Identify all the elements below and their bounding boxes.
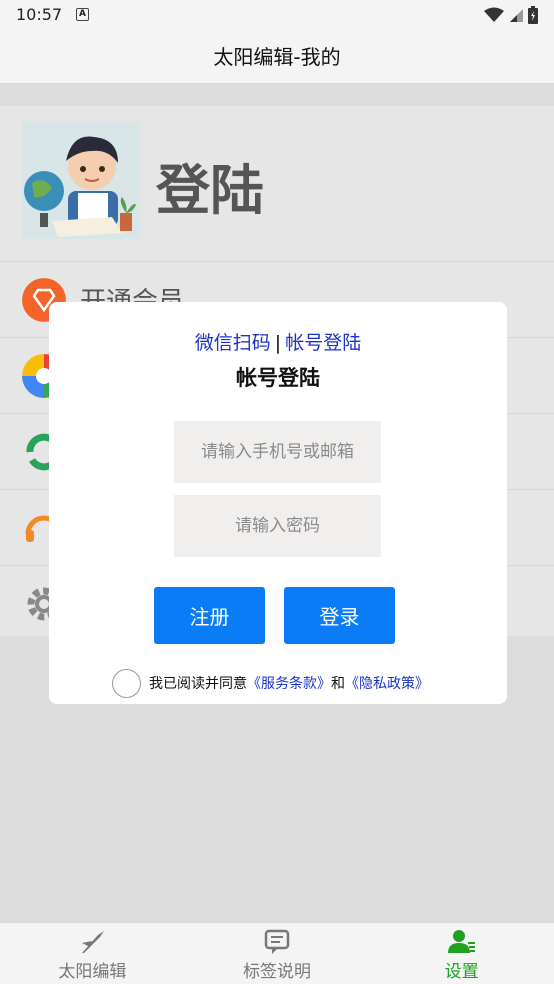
phone-email-input[interactable] — [174, 421, 381, 483]
nav-item-tag-help[interactable]: 标签说明 — [185, 923, 370, 984]
and-text: 和 — [331, 676, 345, 692]
login-dialog: 微信扫码|帐号登陆 帐号登陆 注册 登录 我已阅读并同意《服务条款》和《隐私政策… — [49, 302, 507, 704]
agreement-row: 我已阅读并同意 《服务条款》和《隐私政策》 — [112, 668, 429, 698]
terms-link[interactable]: 《服务条款》 — [247, 673, 331, 693]
agree-text: 我已阅读并同意 — [149, 676, 247, 692]
tab-wechat-scan[interactable]: 微信扫码 — [195, 332, 271, 354]
privacy-link[interactable]: 《隐私政策》 — [345, 673, 429, 693]
agree-checkbox[interactable] — [112, 668, 141, 698]
pen-nib-icon — [82, 931, 105, 953]
message-icon — [264, 929, 290, 954]
tab-separator: | — [274, 332, 282, 354]
login-method-tabs: 微信扫码 | 帐号登陆 — [49, 328, 507, 355]
user-settings-icon — [447, 930, 475, 953]
tab-account-login[interactable]: 帐号登陆 — [285, 332, 361, 354]
dialog-title: 帐号登陆 — [236, 366, 320, 390]
bottom-nav: 太阳编辑 标签说明 设置 — [0, 922, 554, 984]
nav-label: 太阳编辑 — [58, 962, 127, 982]
nav-item-editor[interactable]: 太阳编辑 — [0, 923, 185, 984]
nav-label: 标签说明 — [243, 962, 311, 982]
nav-label: 设置 — [444, 962, 479, 982]
password-input[interactable] — [174, 495, 381, 557]
nav-item-settings[interactable]: 设置 — [369, 923, 554, 984]
register-button[interactable]: 注册 — [154, 587, 265, 644]
login-button[interactable]: 登录 — [284, 587, 395, 644]
